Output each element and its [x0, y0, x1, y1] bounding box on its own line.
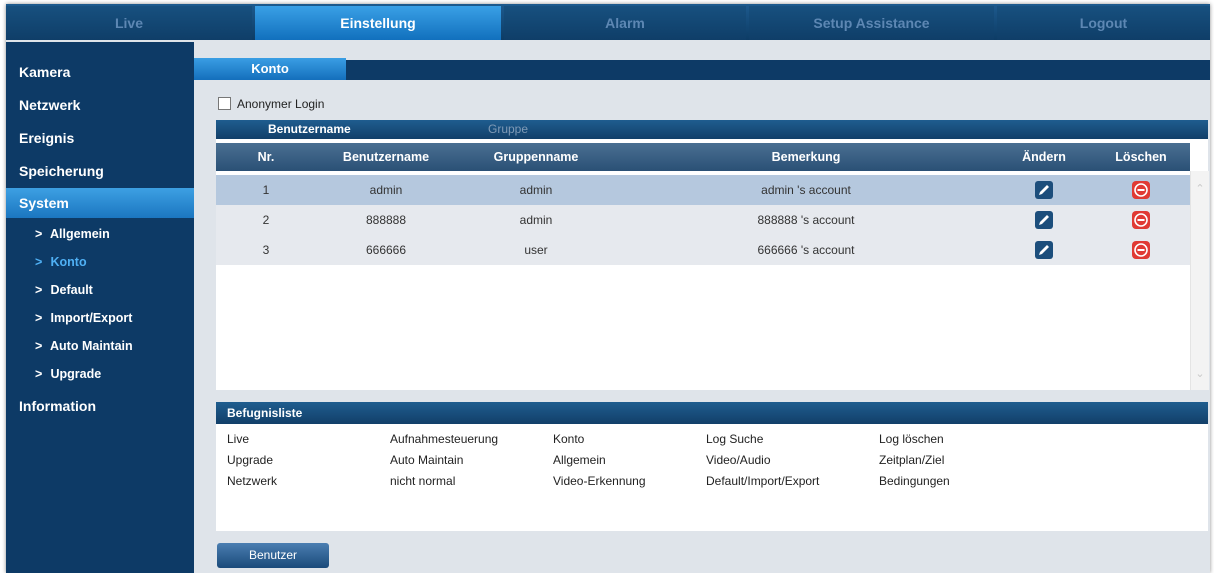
sidebar-item-information[interactable]: Information	[6, 391, 194, 421]
permission-item: Video/Audio	[706, 453, 771, 467]
nav-tab-einstellung[interactable]: Einstellung	[255, 6, 501, 40]
permission-item: Auto Maintain	[390, 453, 464, 467]
permission-list-panel: Befugnisliste Live Upgrade Netzwerk Aufn…	[216, 402, 1208, 531]
account-table-panel: Benutzername Gruppe Nr. Benutzername Gru…	[216, 120, 1209, 390]
table-scrollbar[interactable]: ⌃ ⌄	[1190, 171, 1209, 390]
sidebar-subitem-label: Konto	[50, 255, 87, 269]
column-header-nr: Nr.	[257, 150, 275, 164]
chevron-right-icon: >	[35, 283, 43, 297]
sidebar-item-kamera[interactable]: Kamera	[6, 57, 194, 87]
table-header: Nr. Benutzername Gruppenname Bemerkung Ä…	[216, 143, 1190, 171]
column-header-benutzername: Benutzername	[342, 150, 430, 164]
permission-item: Allgemein	[553, 453, 606, 467]
sidebar-item-netzwerk[interactable]: Netzwerk	[6, 90, 194, 120]
chevron-right-icon: >	[35, 311, 43, 325]
sidebar-subitem-konto[interactable]: > Konto	[6, 251, 194, 273]
chevron-right-icon: >	[35, 255, 43, 269]
cell-user: admin	[369, 183, 403, 197]
permission-item: Upgrade	[227, 453, 274, 467]
sidebar-subitem-import-export[interactable]: > Import/Export	[6, 307, 194, 329]
sidebar-subitem-label: Auto Maintain	[50, 339, 133, 353]
delete-minus-icon[interactable]	[1132, 211, 1150, 229]
permission-item: Zeitplan/Ziel	[879, 453, 945, 467]
cell-delete	[1092, 235, 1190, 265]
permission-item: Log löschen	[879, 432, 944, 446]
permission-item: Netzwerk	[227, 474, 278, 488]
top-navigation: Live Einstellung Alarm Setup Assistance …	[6, 4, 1210, 40]
anonymous-login-checkbox[interactable]: Anonymer Login	[218, 96, 324, 112]
app-frame: Live Einstellung Alarm Setup Assistance …	[6, 4, 1210, 573]
sidebar-item-speicherung[interactable]: Speicherung	[6, 156, 194, 186]
cell-nr: 2	[262, 213, 270, 227]
permission-item: Konto	[553, 432, 585, 446]
sidebar-subitem-allgemein[interactable]: > Allgemein	[6, 223, 194, 245]
permission-list-title: Befugnisliste	[216, 402, 1208, 424]
cell-group: admin	[519, 213, 553, 227]
cell-nr: 3	[262, 243, 270, 257]
checkbox-box[interactable]	[218, 97, 231, 110]
cell-remark: 666666 's account	[757, 243, 855, 257]
sidebar-subitem-label: Allgemein	[50, 227, 110, 241]
subtab-benutzername[interactable]: Benutzername	[268, 120, 351, 139]
permission-item: nicht normal	[390, 474, 456, 488]
cell-user: 888888	[365, 213, 407, 227]
sidebar-item-system[interactable]: System	[6, 188, 194, 218]
table-row[interactable]: 2 888888 admin 888888 's account	[216, 205, 1190, 235]
sidebar-subitem-label: Upgrade	[50, 367, 102, 381]
cell-group: user	[524, 243, 548, 257]
cell-edit	[996, 235, 1092, 265]
cell-edit	[996, 175, 1092, 205]
delete-minus-icon[interactable]	[1132, 241, 1150, 259]
chevron-right-icon: >	[35, 367, 43, 381]
chevron-right-icon: >	[35, 227, 43, 241]
permission-item: Bedingungen	[879, 474, 950, 488]
cell-user: 666666	[365, 243, 407, 257]
sidebar-subitem-upgrade[interactable]: > Upgrade	[6, 363, 194, 385]
cell-delete	[1092, 175, 1190, 205]
page-tab-band	[194, 60, 1210, 80]
cell-edit	[996, 205, 1092, 235]
anonymous-login-label: Anonymer Login	[237, 97, 325, 111]
cell-nr: 1	[262, 183, 270, 197]
subtab-gruppe[interactable]: Gruppe	[488, 120, 528, 139]
edit-pencil-icon[interactable]	[1035, 241, 1053, 259]
nav-tab-setup-assistance[interactable]: Setup Assistance	[749, 6, 994, 40]
account-subtabs: Benutzername Gruppe	[216, 120, 1208, 139]
table-row[interactable]: 3 666666 user 666666 's account	[216, 235, 1190, 265]
cell-remark: admin 's account	[761, 183, 851, 197]
sidebar-subitem-label: Import/Export	[50, 311, 133, 325]
column-header-bemerkung: Bemerkung	[771, 150, 841, 164]
nav-tab-logout[interactable]: Logout	[997, 6, 1210, 40]
permission-item: Default/Import/Export	[706, 474, 820, 488]
table-row[interactable]: 1 admin admin admin 's account	[216, 175, 1190, 205]
permission-item: Live	[227, 432, 250, 446]
add-user-button[interactable]: Benutzer	[217, 543, 329, 568]
column-header-loeschen: Löschen	[1115, 150, 1167, 164]
nav-tab-alarm[interactable]: Alarm	[504, 6, 746, 40]
sidebar-item-ereignis[interactable]: Ereignis	[6, 123, 194, 153]
sidebar-subitem-default[interactable]: > Default	[6, 279, 194, 301]
scroll-down-icon[interactable]: ⌄	[1191, 366, 1209, 382]
permission-item: Aufnahmesteuerung	[390, 432, 499, 446]
permission-item: Video-Erkennung	[553, 474, 646, 488]
edit-pencil-icon[interactable]	[1035, 211, 1053, 229]
sidebar-subitem-label: Default	[50, 283, 93, 297]
scroll-up-icon[interactable]: ⌃	[1191, 181, 1209, 197]
column-header-gruppenname: Gruppenname	[493, 150, 579, 164]
cell-remark: 888888 's account	[757, 213, 855, 227]
page-tab-konto[interactable]: Konto	[194, 58, 346, 80]
chevron-right-icon: >	[35, 339, 43, 353]
column-header-aendern: Ändern	[1022, 150, 1066, 164]
permission-item: Log Suche	[706, 432, 764, 446]
edit-pencil-icon[interactable]	[1035, 181, 1053, 199]
nav-tab-live[interactable]: Live	[6, 6, 252, 40]
delete-minus-icon[interactable]	[1132, 181, 1150, 199]
cell-group: admin	[519, 183, 553, 197]
sidebar-subitem-auto-maintain[interactable]: > Auto Maintain	[6, 335, 194, 357]
cell-delete	[1092, 205, 1190, 235]
